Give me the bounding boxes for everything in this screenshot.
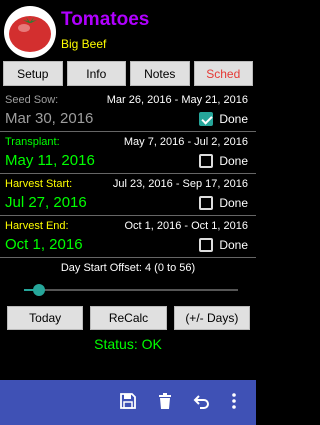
done-checkbox-group[interactable]: Done [199, 112, 248, 126]
row-date[interactable]: Oct 1, 2016 [5, 236, 83, 253]
done-label: Done [219, 196, 248, 210]
row-date[interactable]: Jul 27, 2016 [5, 194, 87, 211]
tab-notes[interactable]: Notes [130, 61, 190, 86]
delete-icon[interactable] [156, 392, 174, 410]
day-start-offset-label: Day Start Offset: 4 (0 to 56) [60, 262, 196, 274]
row-range: Jul 23, 2016 - Sep 17, 2016 [112, 178, 248, 190]
schedule-row-transplant: Transplant: May 7, 2016 - Jul 2, 2016 Ma… [0, 134, 256, 174]
schedule-row-seed-sow: Seed Sow: Mar 26, 2016 - May 21, 2016 Ma… [0, 92, 256, 132]
tab-setup[interactable]: Setup [3, 61, 63, 86]
done-checkbox[interactable] [199, 112, 214, 126]
save-icon[interactable] [119, 392, 137, 410]
done-checkbox[interactable] [199, 196, 214, 210]
row-label: Transplant: [5, 136, 60, 148]
tomato-avatar [4, 6, 56, 58]
done-checkbox[interactable] [199, 154, 214, 168]
done-checkbox[interactable] [199, 238, 214, 252]
action-buttons: Today ReCalc (+/- Days) [7, 306, 250, 330]
row-range: May 7, 2016 - Jul 2, 2016 [123, 136, 248, 148]
day-offset-slider[interactable] [24, 284, 238, 296]
done-label: Done [219, 154, 248, 168]
done-checkbox-group[interactable]: Done [199, 196, 248, 210]
done-checkbox-group[interactable]: Done [199, 238, 248, 252]
today-button[interactable]: Today [7, 306, 84, 330]
schedule-row-harvest-end: Harvest End: Oct 1, 2016 - Oct 1, 2016 O… [0, 218, 256, 258]
done-label: Done [219, 238, 248, 252]
slider-thumb[interactable] [33, 284, 45, 296]
schedule-row-harvest-start: Harvest Start: Jul 23, 2016 - Sep 17, 20… [0, 176, 256, 216]
plus-minus-days-button[interactable]: (+/- Days) [173, 306, 250, 330]
tab-sched[interactable]: Sched [193, 61, 253, 86]
row-date[interactable]: Mar 30, 2016 [5, 110, 93, 127]
undo-icon[interactable] [193, 392, 211, 410]
bottom-action-bar [0, 380, 256, 425]
recalc-button[interactable]: ReCalc [90, 306, 167, 330]
row-label: Harvest End: [5, 220, 69, 232]
row-label: Seed Sow: [5, 94, 59, 106]
row-label: Harvest Start: [5, 178, 73, 190]
row-range: Mar 26, 2016 - May 21, 2016 [106, 94, 248, 106]
tab-bar: Setup Info Notes Sched [3, 61, 253, 86]
status-text: Status: OK [94, 336, 162, 352]
row-date[interactable]: May 11, 2016 [5, 152, 95, 169]
tab-info[interactable]: Info [66, 61, 126, 86]
row-range: Oct 1, 2016 - Oct 1, 2016 [124, 220, 248, 232]
page-title: Tomatoes [61, 9, 150, 30]
overflow-menu-icon[interactable] [228, 392, 240, 410]
app-header: Tomatoes Big Beef [0, 0, 256, 60]
done-checkbox-group[interactable]: Done [199, 154, 248, 168]
page-subtitle: Big Beef [61, 37, 107, 51]
done-label: Done [219, 112, 248, 126]
